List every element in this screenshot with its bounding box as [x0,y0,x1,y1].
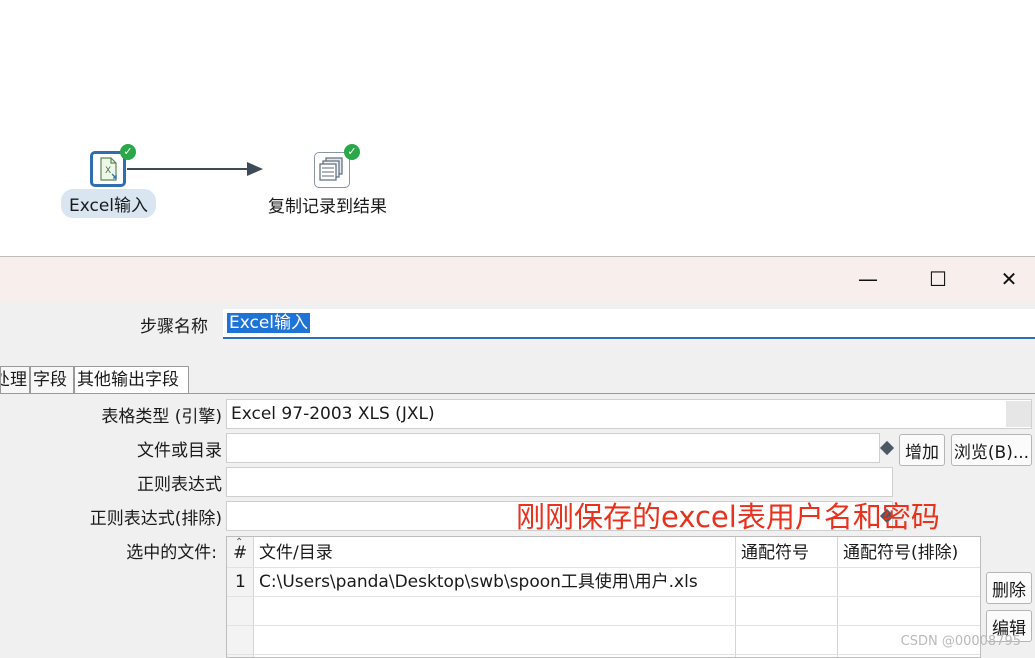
watermark: CSDN @00008795 [900,634,1021,649]
regex-exclude-label: 正则表达式(排除) [89,509,222,529]
delete-button[interactable]: 删除 [986,572,1032,604]
maximize-button[interactable]: ☐ [908,257,968,301]
column-header-number[interactable]: # [227,538,253,568]
sheet-type-value: Excel 97-2003 XLS (JXL) [231,404,435,424]
minimize-button[interactable]: — [838,257,898,301]
copy-rows-step[interactable] [314,152,350,188]
selected-files-label: 选中的文件: [126,543,217,563]
dialog-titlebar[interactable]: — ☐ ✕ [0,257,1035,301]
transformation-canvas[interactable]: X ✓ Excel输入 ✓ 复制记录到结果 [0,0,1035,256]
selected-files-table[interactable]: ⌃ # 文件/目录 通配符号 通配符号(排除) 1 C:\Users\panda… [226,536,981,658]
sheet-type-label: 表格类型 (引擎) [101,407,222,427]
hop-arrow-icon [247,162,263,176]
check-icon: ✓ [120,144,136,160]
excel-file-icon: X [100,157,117,181]
step-name-value: Excel输入 [227,313,311,333]
tab-fields[interactable]: 字段 [30,366,74,394]
file-dir-label: 文件或目录 [137,441,222,461]
step-label-copy-rows[interactable]: 复制记录到结果 [268,192,387,217]
regex-label: 正则表达式 [137,475,222,495]
dropdown-arrow-icon[interactable] [1006,401,1031,427]
sheet-type-select[interactable]: Excel 97-2003 XLS (JXL) [226,399,1032,429]
step-name-input[interactable]: Excel输入 [223,309,1035,339]
svg-text:X: X [105,166,111,176]
column-header-wildcard[interactable]: 通配符号 [735,538,837,568]
row-divider [227,625,980,626]
file-dir-input[interactable] [226,433,880,463]
close-button[interactable]: ✕ [979,257,1035,301]
tab-processing[interactable]: 处理 [0,366,30,394]
step-label-excel-input[interactable]: Excel输入 [61,189,157,218]
row-divider [227,654,980,655]
hop-line[interactable] [127,168,251,170]
browse-button[interactable]: 浏览(B)... [951,434,1032,466]
check-icon: ✓ [344,144,360,160]
column-header-file-dir[interactable]: 文件/目录 [253,538,735,568]
tab-other-output-fields[interactable]: 其他输出字段 [74,366,189,394]
file-path-cell[interactable]: C:\Users\panda\Desktop\swb\spoon工具使用\用户.… [253,567,735,597]
annotation-text: 刚刚保存的excel表用户名和密码 [516,500,940,534]
copy-rows-icon [319,157,343,181]
step-name-label: 步骤名称 [140,317,208,337]
column-header-wildcard-exclude[interactable]: 通配符号(排除) [837,538,980,568]
row-number: 1 [235,572,246,592]
regex-input[interactable] [226,467,893,497]
add-button[interactable]: 增加 [899,434,945,466]
